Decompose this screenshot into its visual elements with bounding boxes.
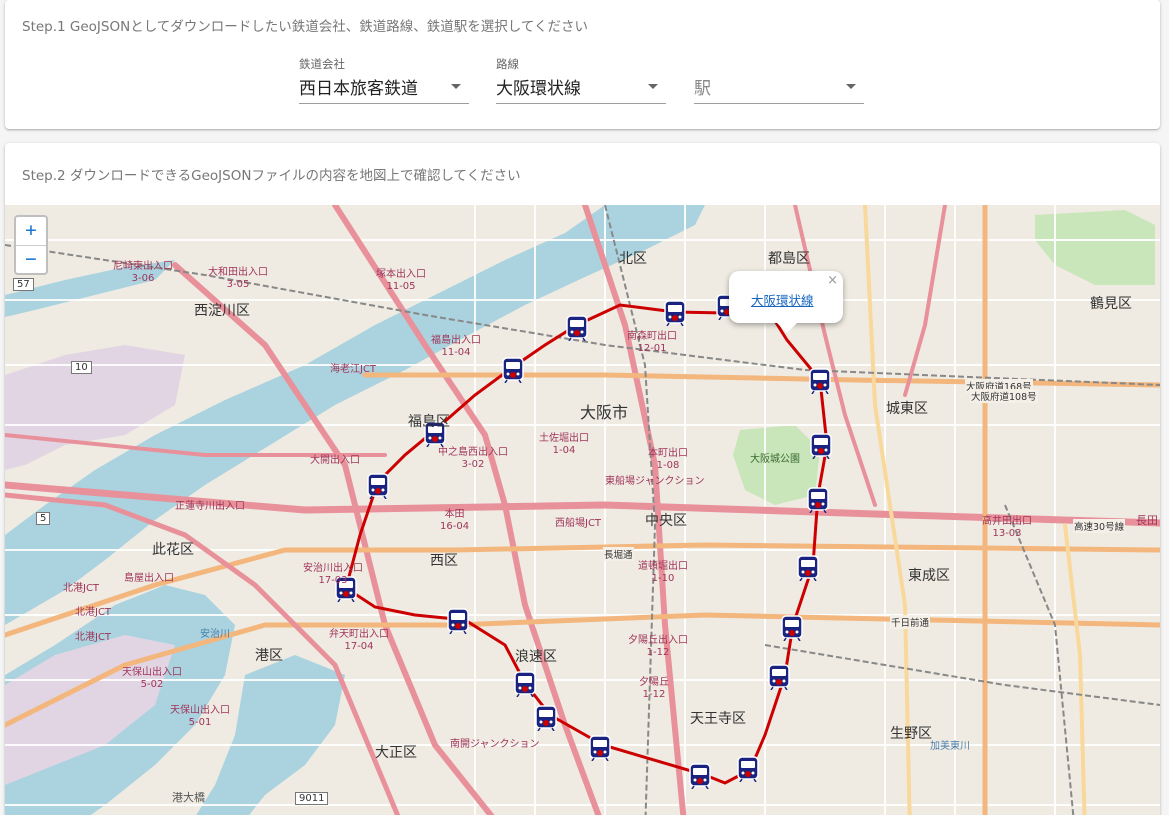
close-icon[interactable]: × (827, 273, 838, 288)
dropdown-arrow-icon (648, 84, 658, 89)
district-label: 生野区 (890, 726, 932, 742)
train-station-icon[interactable] (737, 756, 759, 782)
interchange-label: 南開ジャンクション (450, 739, 540, 750)
interchange-label: 大開出入口 (310, 455, 360, 466)
interchange-label: 北港JCT (75, 607, 112, 618)
zoom-control: + − (14, 215, 48, 275)
interchange-label: 道頓堀出口 1-10 (638, 561, 688, 584)
interchange-label: 本田 16-04 (440, 509, 470, 532)
train-station-icon[interactable] (367, 473, 389, 499)
interchange-label: 天保山出入口 5-02 (122, 667, 182, 690)
line-select-label: 路線 (496, 57, 519, 71)
step1-card: Step.1 GeoJSONとしてダウンロードしたい鉄道会社、鉄道路線、鉄道駅を… (5, 0, 1160, 129)
train-station-icon[interactable] (807, 487, 829, 513)
district-label: 中央区 (645, 513, 687, 529)
train-station-icon[interactable] (689, 763, 711, 789)
district-label: 鶴見区 (1090, 296, 1132, 312)
company-select[interactable]: 鉄道会社 西日本旅客鉄道 (299, 54, 469, 104)
interchange-label: 安治川出入口 17-03 (303, 563, 363, 586)
interchange-label: 正蓮寺川出入口 (175, 501, 245, 512)
route-shield: 10 (71, 361, 92, 374)
dropdown-arrow-icon (846, 84, 856, 89)
interchange-label: 夕陽丘出入口 1-12 (628, 635, 688, 658)
interchange-label: 海老江JCT (330, 364, 377, 375)
interchange-label: 福島出入口 11-04 (431, 335, 481, 358)
interchange-label: 塚本出入口 11-05 (376, 269, 426, 292)
district-label: 福島区 (408, 414, 450, 430)
interchange-label: 島屋出入口 (124, 573, 174, 584)
district-label: 大正区 (375, 745, 417, 761)
train-station-icon[interactable] (781, 615, 803, 641)
interchange-label: 大和田出入口 3-05 (208, 267, 268, 290)
road-label: 高速30号線 (1073, 519, 1126, 533)
river-label: 加美東川 (930, 741, 970, 752)
train-station-icon[interactable] (566, 315, 588, 341)
interchange-label: 天保山出入口 5-01 (170, 705, 230, 728)
route-shield: 57 (13, 278, 34, 291)
train-station-icon[interactable] (514, 671, 536, 697)
road-label: 千日前通 (890, 615, 931, 629)
train-station-icon[interactable] (810, 433, 832, 459)
train-station-icon[interactable] (535, 705, 557, 731)
popup-line-link[interactable]: 大阪環状線 (751, 290, 814, 309)
interchange-label: 西船場JCT (555, 518, 602, 529)
train-station-icon[interactable] (797, 555, 819, 581)
interchange-label: 北港JCT (63, 583, 100, 594)
zoom-out-button[interactable]: − (16, 245, 46, 273)
road-label: 長堀通 (603, 547, 634, 561)
train-station-icon[interactable] (809, 368, 831, 394)
district-label: 天王寺区 (690, 711, 746, 727)
road-label: 大阪府道108号 (970, 389, 1038, 403)
line-select-value: 大阪環状線 (496, 79, 581, 99)
interchange-label: 高井田出口 13-03 (982, 516, 1032, 539)
interchange-label: 本町出口 1-08 (648, 448, 688, 471)
train-station-icon[interactable] (664, 300, 686, 326)
park-label: 大阪城公園 (750, 454, 800, 465)
train-station-icon[interactable] (447, 608, 469, 634)
station-select[interactable]: 駅 (694, 54, 864, 104)
district-label: 港区 (255, 648, 283, 664)
map-view[interactable]: 北区 都島区 鶴見区 西淀川区 城東区 福島区 中央区 此花区 西区 東成区 港… (5, 205, 1160, 815)
bridge-label: 港大橋 (172, 791, 205, 804)
interchange-label: 北港JCT (75, 632, 112, 643)
interchange-label: 尼崎東出入口 3-06 (113, 261, 173, 284)
map-popup: 大阪環状線 × (729, 271, 843, 333)
district-label: 都島区 (768, 251, 810, 267)
dropdown-arrow-icon (451, 84, 461, 89)
district-label: 西区 (430, 553, 458, 569)
zoom-in-button[interactable]: + (16, 217, 46, 245)
river-label: 安治川 (200, 629, 230, 640)
interchange-label: 土佐堀出口 1-04 (539, 433, 589, 456)
train-station-icon[interactable] (768, 664, 790, 690)
interchange-label: 夕陽丘 1-12 (639, 677, 669, 700)
district-label: 東成区 (908, 568, 950, 584)
step2-title: Step.2 ダウンロードできるGeoJSONファイルの内容を地図上で確認してく… (22, 168, 521, 184)
interchange-label: 弁天町出入口 17-04 (329, 629, 389, 652)
district-label: 北区 (619, 251, 647, 267)
district-label: 城東区 (886, 401, 928, 417)
route-shield: 9011 (295, 792, 329, 805)
route-shield: 5 (36, 512, 51, 525)
interchange-label: 東船場ジャンクション (605, 476, 705, 487)
step2-card: Step.2 ダウンロードできるGeoJSONファイルの内容を地図上で確認してく… (5, 143, 1160, 815)
step1-title: Step.1 GeoJSONとしてダウンロードしたい鉄道会社、鉄道路線、鉄道駅を… (22, 19, 588, 35)
interchange-label: 南森町出口 12-01 (627, 331, 677, 354)
company-select-label: 鉄道会社 (299, 57, 345, 71)
place-label: 長田 (1136, 514, 1158, 527)
station-select-placeholder: 駅 (694, 79, 711, 99)
district-label: 西淀川区 (194, 303, 250, 319)
train-station-icon[interactable] (589, 735, 611, 761)
company-select-value: 西日本旅客鉄道 (299, 79, 418, 99)
interchange-label: 中之島西出入口 3-02 (438, 447, 508, 470)
district-label: 此花区 (152, 542, 194, 558)
train-station-icon[interactable] (502, 357, 524, 383)
city-label: 大阪市 (580, 403, 629, 422)
line-select[interactable]: 路線 大阪環状線 (496, 54, 666, 104)
district-label: 浪速区 (515, 649, 557, 665)
